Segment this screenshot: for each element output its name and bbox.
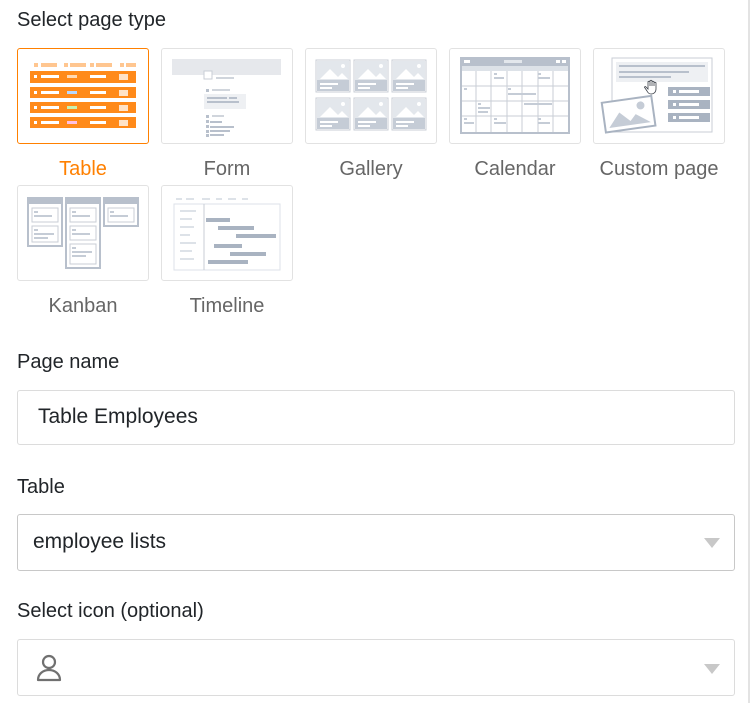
page-type-label: Form [203, 158, 251, 180]
user-icon [36, 654, 62, 687]
page-name-label: Page name [17, 351, 120, 373]
page-type-calendar[interactable]: Calendar [449, 48, 581, 179]
form-thumbnail-icon [161, 48, 293, 144]
kanban-thumbnail-icon [17, 185, 149, 281]
chevron-down-icon [704, 664, 720, 674]
page-type-form[interactable]: Form [161, 48, 293, 179]
page-type-custom[interactable]: Custom page [593, 48, 725, 179]
page-name-field[interactable] [17, 390, 735, 445]
page-type-label: Calendar [474, 158, 556, 180]
select-icon-label: Select icon (optional) [17, 600, 204, 622]
table-label: Table [17, 476, 65, 498]
timeline-thumbnail-icon [161, 185, 293, 281]
page-type-label: Custom page [599, 158, 719, 180]
chevron-down-icon [704, 538, 720, 548]
page-type-table[interactable]: Table [17, 48, 149, 179]
page-type-timeline[interactable]: Timeline [161, 185, 293, 316]
table-select-value: employee lists [33, 530, 167, 553]
custom-page-thumbnail-icon [593, 48, 725, 144]
icon-select[interactable] [17, 639, 735, 696]
page-type-gallery[interactable]: Gallery [305, 48, 437, 179]
select-page-type-label: Select page type [17, 9, 166, 31]
page-type-label: Timeline [189, 295, 265, 317]
gallery-thumbnail-icon [305, 48, 437, 144]
page-name-input[interactable] [36, 404, 700, 430]
table-thumbnail-icon [17, 48, 149, 144]
page-type-kanban[interactable]: Kanban [17, 185, 149, 316]
table-select[interactable]: employee lists [17, 514, 735, 571]
page-type-label: Table [59, 158, 107, 180]
page-type-label: Kanban [48, 295, 118, 317]
calendar-thumbnail-icon [449, 48, 581, 144]
page-type-label: Gallery [339, 158, 403, 180]
